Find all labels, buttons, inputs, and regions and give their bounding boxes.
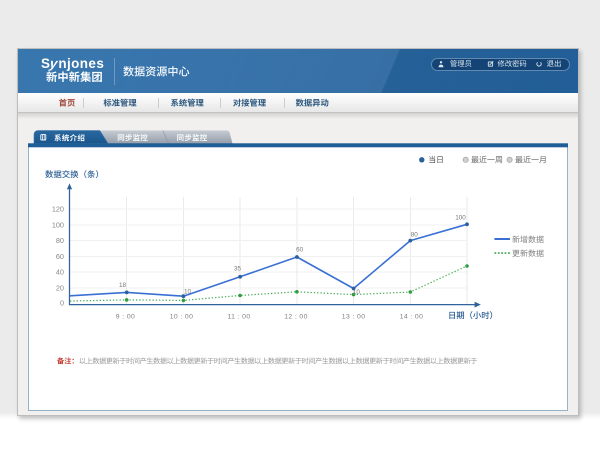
svg-text:12 : 00: 12 : 00 bbox=[284, 314, 308, 321]
svg-text:120: 120 bbox=[52, 205, 64, 214]
svg-text:11 : 00: 11 : 00 bbox=[227, 314, 250, 321]
svg-text:18: 18 bbox=[119, 282, 127, 289]
svg-text:0: 0 bbox=[60, 299, 64, 308]
svg-text:60: 60 bbox=[296, 247, 304, 254]
svg-text:35: 35 bbox=[234, 266, 242, 273]
svg-text:20: 20 bbox=[56, 283, 64, 292]
svg-text:14 : 00: 14 : 00 bbox=[400, 314, 424, 321]
svg-text:60: 60 bbox=[56, 252, 64, 261]
svg-text:13 : 00: 13 : 00 bbox=[342, 314, 366, 321]
svg-text:100: 100 bbox=[52, 220, 64, 229]
svg-text:40: 40 bbox=[56, 268, 64, 277]
svg-text:10: 10 bbox=[353, 289, 361, 296]
svg-text:80: 80 bbox=[411, 231, 419, 238]
svg-text:100: 100 bbox=[455, 215, 466, 222]
svg-text:80: 80 bbox=[56, 236, 64, 245]
svg-text:10 : 00: 10 : 00 bbox=[170, 314, 194, 321]
svg-text:9 : 00: 9 : 00 bbox=[116, 314, 135, 321]
svg-text:10: 10 bbox=[184, 289, 192, 296]
